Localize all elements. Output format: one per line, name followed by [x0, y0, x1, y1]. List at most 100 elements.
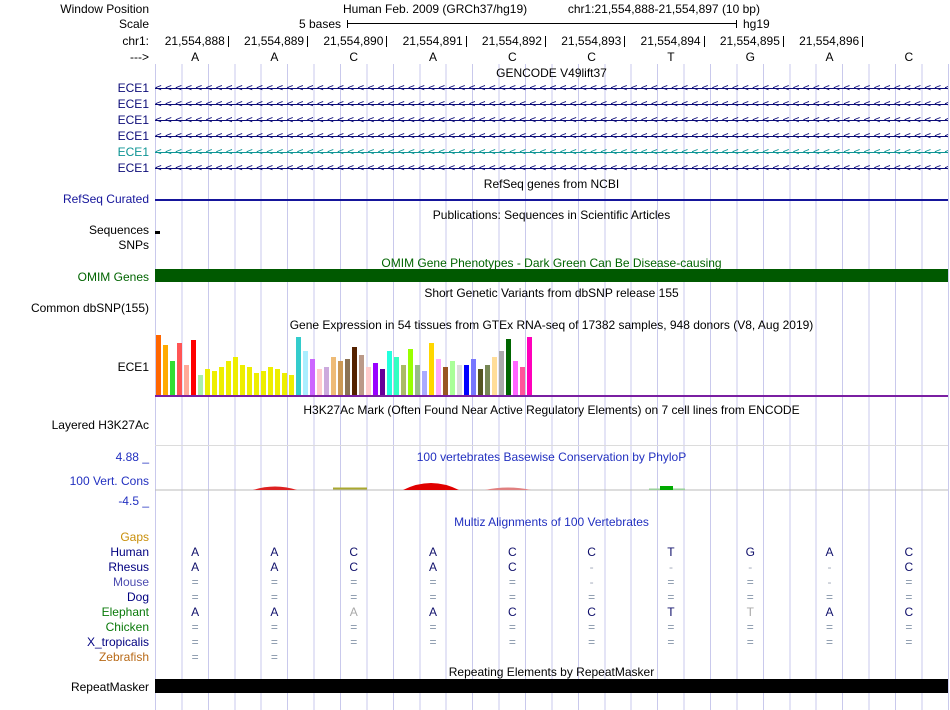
gtex-tissue-bar[interactable] — [457, 365, 462, 395]
omim-gene-bar[interactable] — [155, 269, 948, 282]
species-label[interactable]: Mouse — [0, 575, 149, 589]
gtex-tissue-bar[interactable] — [268, 367, 273, 395]
track-label-refseq-curated[interactable]: RefSeq Curated — [0, 192, 149, 206]
gtex-tissue-bar[interactable] — [394, 357, 399, 395]
species-label[interactable]: Chicken — [0, 620, 149, 634]
gtex-tissue-bar[interactable] — [240, 365, 245, 395]
gtex-tissue-bar[interactable] — [492, 357, 497, 395]
species-label[interactable]: Dog — [0, 590, 149, 604]
gtex-tissue-bar[interactable] — [184, 365, 189, 395]
track-label-gene[interactable]: ECE1 — [0, 129, 149, 143]
gencode-gene-row[interactable]: <<<<<<<<<<<<<<<<<<<<<<<<<<<<<<<<<<<<<<<<… — [155, 113, 948, 127]
gtex-tissue-bar[interactable] — [513, 361, 518, 395]
gencode-gene-row[interactable]: <<<<<<<<<<<<<<<<<<<<<<<<<<<<<<<<<<<<<<<<… — [155, 129, 948, 143]
gtex-tissue-bar[interactable] — [373, 363, 378, 395]
gtex-tissue-bar[interactable] — [352, 347, 357, 395]
alignment-cell: = — [905, 635, 913, 649]
gtex-tissue-bar[interactable] — [478, 369, 483, 395]
gtex-tissue-bar[interactable] — [156, 335, 161, 395]
gtex-tissue-bar[interactable] — [387, 351, 392, 395]
alignment-cell: = — [429, 620, 437, 634]
gtex-tissue-bar[interactable] — [261, 371, 266, 395]
alignment-cell: A — [270, 545, 279, 559]
gtex-tissue-bar[interactable] — [485, 365, 490, 395]
gtex-tissue-bar[interactable] — [380, 369, 385, 395]
track-label-dbsnp[interactable]: Common dbSNP(155) — [0, 301, 149, 315]
gencode-gene-row[interactable]: <<<<<<<<<<<<<<<<<<<<<<<<<<<<<<<<<<<<<<<<… — [155, 81, 948, 95]
alignment-cell: C — [904, 560, 914, 574]
gtex-tissue-bar[interactable] — [289, 375, 294, 395]
gtex-tissue-bar[interactable] — [436, 359, 441, 395]
gtex-tissue-bar[interactable] — [506, 339, 511, 395]
gtex-tissue-bar[interactable] — [324, 367, 329, 395]
gtex-tissue-bar[interactable] — [471, 359, 476, 395]
gtex-tissue-bar[interactable] — [275, 369, 280, 395]
sequences-item[interactable] — [155, 231, 160, 234]
track-label-gene[interactable]: ECE1 — [0, 145, 149, 159]
species-label[interactable]: Rhesus — [0, 560, 149, 574]
alignment-cell: G — [745, 545, 755, 559]
gtex-tissue-bar[interactable] — [212, 371, 217, 395]
track-label-gene[interactable]: ECE1 — [0, 97, 149, 111]
repeatmasker-bar[interactable] — [155, 679, 948, 693]
gtex-tissue-bar[interactable] — [422, 371, 427, 395]
alignment-cell: A — [429, 605, 438, 619]
gtex-tissue-bar[interactable] — [408, 349, 413, 395]
gencode-gene-row[interactable]: <<<<<<<<<<<<<<<<<<<<<<<<<<<<<<<<<<<<<<<<… — [155, 161, 948, 175]
gtex-tissue-bar[interactable] — [520, 367, 525, 395]
track-label-sequences[interactable]: Sequences — [0, 223, 149, 237]
species-label[interactable]: Gaps — [0, 530, 149, 544]
gtex-tissue-bar[interactable] — [366, 367, 371, 395]
gtex-tissue-bar[interactable] — [415, 365, 420, 395]
species-label[interactable]: Elephant — [0, 605, 149, 619]
track-label-conservation[interactable]: 100 Vert. Cons — [0, 474, 149, 488]
track-label-repeatmasker[interactable]: RepeatMasker — [0, 680, 149, 694]
track-label-omim-genes[interactable]: OMIM Genes — [0, 270, 149, 284]
track-label-gene[interactable]: ECE1 — [0, 81, 149, 95]
track-label-gene[interactable]: ECE1 — [0, 161, 149, 175]
gtex-tissue-bar[interactable] — [450, 361, 455, 395]
gtex-tissue-bar[interactable] — [177, 343, 182, 395]
coordinate-label: 21,554,890 — [314, 34, 388, 48]
scale-row: 5 bases hg19 — [155, 17, 948, 32]
gencode-gene-row[interactable]: <<<<<<<<<<<<<<<<<<<<<<<<<<<<<<<<<<<<<<<<… — [155, 145, 948, 159]
gtex-tissue-bar[interactable] — [296, 337, 301, 395]
species-label[interactable]: X_tropicalis — [0, 635, 149, 649]
gencode-gene-row[interactable]: <<<<<<<<<<<<<<<<<<<<<<<<<<<<<<<<<<<<<<<<… — [155, 97, 948, 111]
gtex-tissue-bar[interactable] — [345, 359, 350, 395]
gtex-tissue-bar[interactable] — [310, 359, 315, 395]
alignment-cell: C — [904, 545, 914, 559]
gtex-tissue-bar[interactable] — [233, 357, 238, 395]
gtex-tissue-bar[interactable] — [226, 361, 231, 395]
gtex-tissue-bar[interactable] — [219, 367, 224, 395]
gtex-tissue-bar[interactable] — [205, 369, 210, 395]
alignment-cell: - — [827, 560, 832, 574]
gtex-tissue-bar[interactable] — [499, 351, 504, 395]
gtex-tissue-bar[interactable] — [317, 369, 322, 395]
gtex-tissue-bar[interactable] — [282, 373, 287, 395]
gtex-tissue-bar[interactable] — [198, 375, 203, 395]
base-letter: T — [667, 50, 675, 64]
gtex-tissue-bar[interactable] — [464, 365, 469, 395]
gtex-tissue-bar[interactable] — [401, 365, 406, 395]
gtex-tissue-bar[interactable] — [247, 367, 252, 395]
refseq-curated-item[interactable] — [155, 199, 948, 201]
gtex-tissue-bar[interactable] — [303, 351, 308, 395]
track-label-h3k27ac[interactable]: Layered H3K27Ac — [0, 418, 149, 432]
gtex-tissue-bar[interactable] — [254, 373, 259, 395]
track-label-gene[interactable]: ECE1 — [0, 113, 149, 127]
species-label[interactable]: Zebrafish — [0, 650, 149, 664]
gtex-tissue-bar[interactable] — [170, 361, 175, 395]
gtex-tissue-bar[interactable] — [331, 357, 336, 395]
alignment-cell: = — [191, 590, 199, 604]
gtex-tissue-bar[interactable] — [527, 337, 532, 395]
gtex-tissue-bar[interactable] — [338, 361, 343, 395]
gtex-tissue-bar[interactable] — [359, 355, 364, 395]
gtex-tissue-bar[interactable] — [443, 367, 448, 395]
species-label[interactable]: Human — [0, 545, 149, 559]
track-label-gtex-gene[interactable]: ECE1 — [0, 360, 149, 374]
gtex-tissue-bar[interactable] — [191, 340, 196, 395]
gtex-tissue-bar[interactable] — [163, 345, 168, 395]
gtex-tissue-bar[interactable] — [429, 343, 434, 395]
track-label-snps[interactable]: SNPs — [0, 238, 149, 252]
